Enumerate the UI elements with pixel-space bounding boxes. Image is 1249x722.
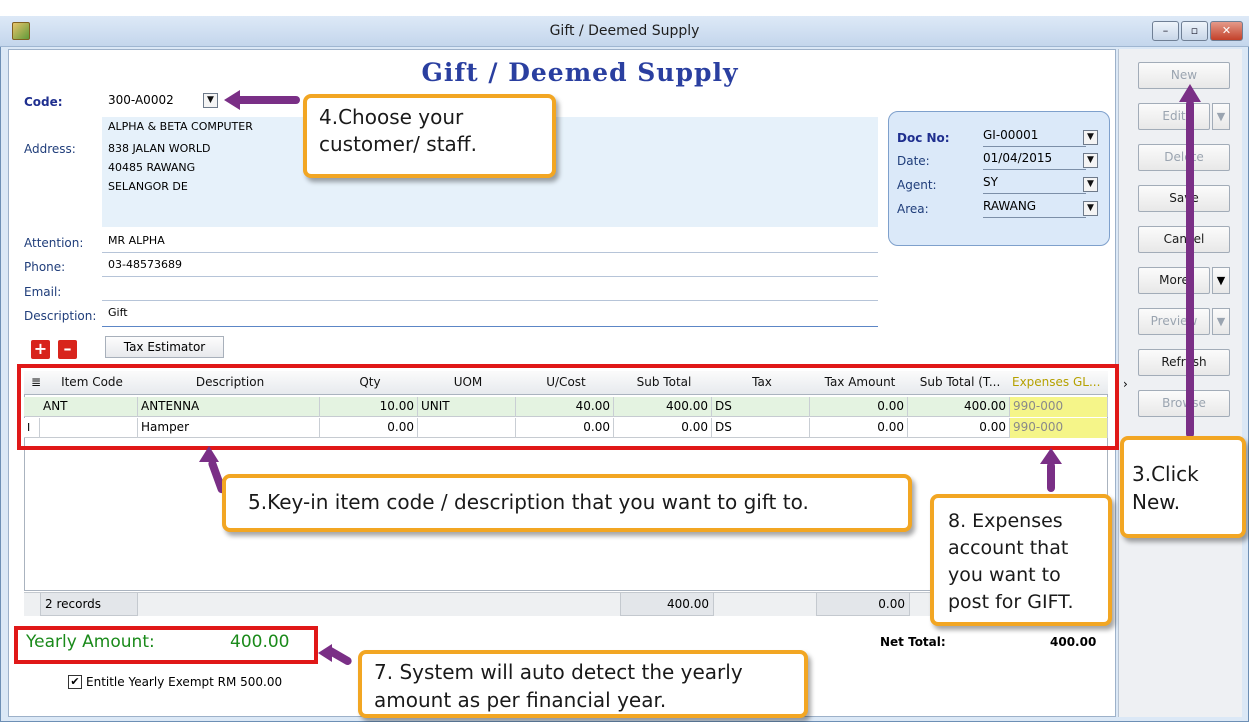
add-row-icon[interactable]: + bbox=[31, 340, 50, 359]
area-label: Area: bbox=[897, 202, 929, 216]
more-dropdown-icon[interactable]: ▼ bbox=[1212, 267, 1230, 294]
net-total-value: 400.00 bbox=[1050, 635, 1097, 649]
grid-highlight bbox=[17, 364, 1119, 450]
phone-label: Phone: bbox=[24, 260, 66, 274]
footer-tax-amount: 0.00 bbox=[816, 592, 910, 616]
docno-dropdown-button[interactable]: ▼ bbox=[1083, 130, 1098, 145]
arrow-head-icon bbox=[224, 90, 240, 110]
preview-dropdown-icon[interactable]: ▼ bbox=[1212, 308, 1230, 335]
window-title: Gift / Deemed Supply bbox=[549, 23, 700, 39]
arrow-to-expenses bbox=[1047, 462, 1055, 492]
yearly-amount-value: 400.00 bbox=[230, 632, 290, 652]
address-line-1[interactable]: 838 JALAN WORLD bbox=[108, 142, 210, 155]
docno-field[interactable]: GI-00001 bbox=[983, 128, 1086, 147]
callout-click-new: 3.Click New. bbox=[1120, 436, 1246, 538]
preview-button[interactable]: Preview bbox=[1138, 308, 1210, 335]
date-dropdown-button[interactable]: ▼ bbox=[1083, 153, 1098, 168]
company-name[interactable]: ALPHA & BETA COMPUTER bbox=[108, 120, 253, 133]
address-label: Address: bbox=[24, 142, 76, 156]
code-value[interactable]: 300-A0002 bbox=[108, 93, 174, 107]
arrow-head-icon bbox=[318, 644, 332, 662]
agent-label: Agent: bbox=[897, 178, 937, 192]
callout-expenses-account: 8. Expenses account that you want to pos… bbox=[930, 494, 1112, 626]
tax-estimator-button[interactable]: Tax Estimator bbox=[105, 336, 224, 358]
date-label: Date: bbox=[897, 154, 930, 168]
more-button[interactable]: More bbox=[1138, 267, 1210, 294]
net-total-label: Net Total: bbox=[880, 635, 946, 649]
date-field[interactable]: 01/04/2015 bbox=[983, 151, 1086, 170]
minimize-button[interactable]: – bbox=[1152, 21, 1179, 41]
delete-button[interactable]: Delete bbox=[1138, 144, 1230, 171]
edit-button[interactable]: Edit bbox=[1138, 103, 1210, 130]
docno-label: Doc No: bbox=[897, 131, 950, 145]
agent-dropdown-button[interactable]: ▼ bbox=[1083, 177, 1098, 192]
description-label: Description: bbox=[24, 309, 97, 323]
attention-label: Attention: bbox=[24, 236, 84, 250]
form-heading: Gift / Deemed Supply bbox=[421, 58, 739, 87]
agent-field[interactable]: SY bbox=[983, 175, 1086, 194]
callout-yearly-amount: 7. System will auto detect the yearly am… bbox=[358, 650, 808, 718]
cancel-button[interactable]: Cancel bbox=[1138, 226, 1230, 253]
code-label: Code: bbox=[24, 95, 63, 109]
address-line-3[interactable]: SELANGOR DE bbox=[108, 180, 188, 193]
callout-choose-customer: 4.Choose your customer/ staff. bbox=[303, 94, 556, 178]
close-button[interactable]: ✕ bbox=[1210, 21, 1243, 41]
email-label: Email: bbox=[24, 285, 62, 299]
entitle-exempt-checkbox[interactable]: ✔ bbox=[68, 675, 82, 689]
arrow-head-icon bbox=[1179, 84, 1201, 102]
edit-dropdown-icon[interactable]: ▼ bbox=[1212, 103, 1230, 130]
maximize-button[interactable]: ▫ bbox=[1181, 21, 1208, 41]
area-dropdown-button[interactable]: ▼ bbox=[1083, 201, 1098, 216]
save-button[interactable]: Save bbox=[1138, 185, 1230, 212]
refresh-button[interactable]: Refresh bbox=[1138, 349, 1230, 376]
yearly-amount-label: Yearly Amount: bbox=[26, 632, 155, 652]
browse-button[interactable]: Browse bbox=[1138, 390, 1230, 417]
entitle-exempt-label: Entitle Yearly Exempt RM 500.00 bbox=[86, 675, 283, 689]
arrow-to-new bbox=[1186, 100, 1194, 438]
attention-field[interactable]: MR ALPHA bbox=[102, 234, 878, 253]
records-count: 2 records bbox=[40, 592, 138, 616]
code-dropdown-button[interactable]: ▼ bbox=[203, 93, 218, 108]
description-field[interactable]: Gift bbox=[102, 306, 878, 327]
address-line-2[interactable]: 40485 RAWANG bbox=[108, 161, 195, 174]
phone-field[interactable]: 03-48573689 bbox=[102, 258, 878, 277]
callout-keyin-item: 5.Key-in item code / description that yo… bbox=[222, 474, 912, 532]
area-field[interactable]: RAWANG bbox=[983, 199, 1086, 218]
footer-subtotal: 400.00 bbox=[620, 592, 714, 616]
arrow-to-code bbox=[236, 96, 300, 104]
grid-scroll-right-icon[interactable]: › bbox=[1123, 377, 1128, 391]
arrow-head-icon bbox=[199, 446, 219, 462]
arrow-head-icon bbox=[1040, 448, 1062, 464]
remove-row-icon[interactable]: – bbox=[58, 340, 77, 359]
email-field[interactable] bbox=[102, 282, 878, 301]
